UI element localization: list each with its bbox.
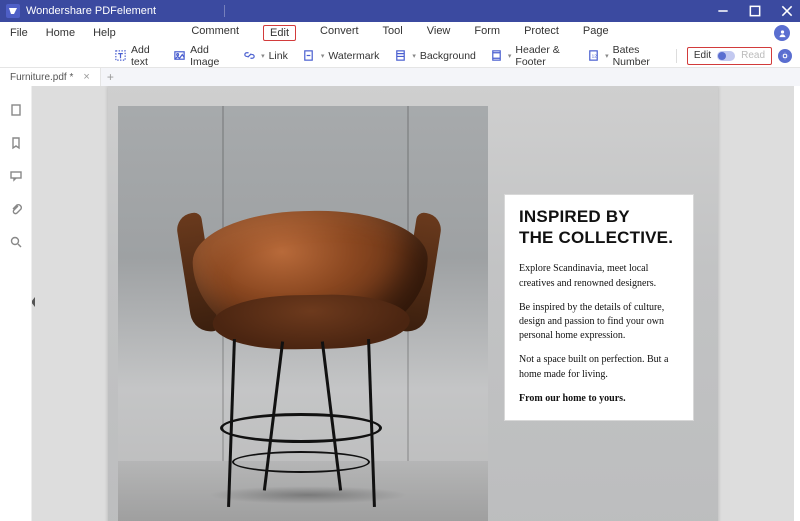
attachments-icon[interactable] — [8, 201, 23, 216]
menu-edit[interactable]: Edit — [263, 25, 296, 41]
add-text-button[interactable]: Add text — [110, 46, 163, 66]
tab-close-icon[interactable]: × — [83, 71, 89, 83]
link-button[interactable]: ▾ Link — [238, 46, 292, 66]
link-icon — [242, 49, 256, 63]
mode-edit-label[interactable]: Edit — [694, 50, 711, 61]
bates-number-button[interactable]: 12 ▾ Bates Number — [583, 46, 666, 66]
mode-toggle-highlight: Edit Read — [687, 47, 772, 65]
quick-access-toolbar — [168, 5, 261, 17]
minimize-button[interactable] — [716, 4, 730, 18]
menu-help[interactable]: Help — [93, 27, 116, 39]
close-button[interactable] — [780, 4, 794, 18]
bookmarks-icon[interactable] — [8, 135, 23, 150]
bates-icon: 12 — [587, 49, 600, 63]
dropdown-icon: ▾ — [508, 52, 512, 60]
separator — [224, 5, 225, 17]
pdf-page[interactable]: INSPIRED BY THE COLLECTIVE. Explore Scan… — [108, 86, 718, 521]
workspace: INSPIRED BY THE COLLECTIVE. Explore Scan… — [0, 86, 800, 521]
tab-label: Furniture.pdf * — [10, 72, 73, 83]
paragraph-2: Be inspired by the details of culture, d… — [519, 301, 679, 344]
menu-convert[interactable]: Convert — [320, 25, 359, 41]
menu-file[interactable]: File — [10, 27, 28, 39]
menu-page[interactable]: Page — [583, 25, 609, 41]
paragraph-1: Explore Scandinavia, meet local creative… — [519, 262, 679, 290]
background-icon — [393, 49, 407, 63]
image-icon — [173, 49, 186, 63]
thumbnails-icon[interactable] — [8, 102, 23, 117]
watermark-icon — [302, 49, 316, 63]
dropdown-icon: ▾ — [261, 52, 265, 60]
menu-form[interactable]: Form — [474, 25, 500, 41]
page-text-block[interactable]: INSPIRED BY THE COLLECTIVE. Explore Scan… — [504, 194, 694, 421]
add-image-button[interactable]: Add Image — [169, 46, 232, 66]
chair-illustration — [178, 151, 438, 506]
add-tab-button[interactable]: + — [101, 70, 120, 84]
header-footer-button[interactable]: ▾ Header & Footer — [486, 46, 577, 66]
paragraph-4: From our home to yours. — [519, 392, 679, 406]
document-tab-bar: Furniture.pdf * × + — [0, 68, 800, 86]
menu-bar: File Home Help Comment Edit Convert Tool… — [0, 22, 800, 44]
right-gutter — [794, 86, 800, 521]
mode-toggle[interactable] — [717, 51, 735, 61]
page-photo — [118, 106, 488, 521]
comments-icon[interactable] — [8, 168, 23, 183]
menu-tool[interactable]: Tool — [383, 25, 403, 41]
menu-protect[interactable]: Protect — [524, 25, 559, 41]
app-logo — [6, 4, 20, 18]
watermark-button[interactable]: ▾ Watermark — [298, 46, 383, 66]
user-avatar-icon[interactable] — [774, 25, 790, 41]
edit-toolbar: Add text Add Image ▾ Link ▾ Watermark ▾ … — [0, 44, 800, 68]
window-controls — [716, 4, 794, 18]
dropdown-icon: ▾ — [321, 52, 325, 60]
document-canvas[interactable]: INSPIRED BY THE COLLECTIVE. Explore Scan… — [32, 86, 794, 521]
dropdown-icon: ▾ — [412, 52, 416, 60]
dropdown-icon: ▾ — [605, 52, 609, 60]
prev-page-handle[interactable] — [32, 295, 36, 313]
menu-comment[interactable]: Comment — [191, 25, 239, 41]
heading: INSPIRED BY THE COLLECTIVE. — [519, 207, 679, 248]
app-title: Wondershare PDFelement — [26, 5, 156, 17]
paragraph-3: Not a space built on perfection. But a h… — [519, 353, 679, 381]
document-tab[interactable]: Furniture.pdf * × — [0, 68, 101, 86]
title-bar: Wondershare PDFelement — [0, 0, 800, 22]
mode-read-label[interactable]: Read — [741, 50, 765, 61]
background-button[interactable]: ▾ Background — [389, 46, 480, 66]
search-icon[interactable] — [8, 234, 23, 249]
menu-view[interactable]: View — [427, 25, 451, 41]
text-icon — [114, 49, 127, 63]
maximize-button[interactable] — [748, 4, 762, 18]
toolbar-divider — [676, 49, 677, 63]
settings-icon[interactable] — [778, 49, 792, 63]
header-footer-icon — [490, 49, 503, 63]
svg-text:12: 12 — [592, 53, 598, 58]
menu-home[interactable]: Home — [46, 27, 75, 39]
left-sidebar — [0, 86, 32, 521]
